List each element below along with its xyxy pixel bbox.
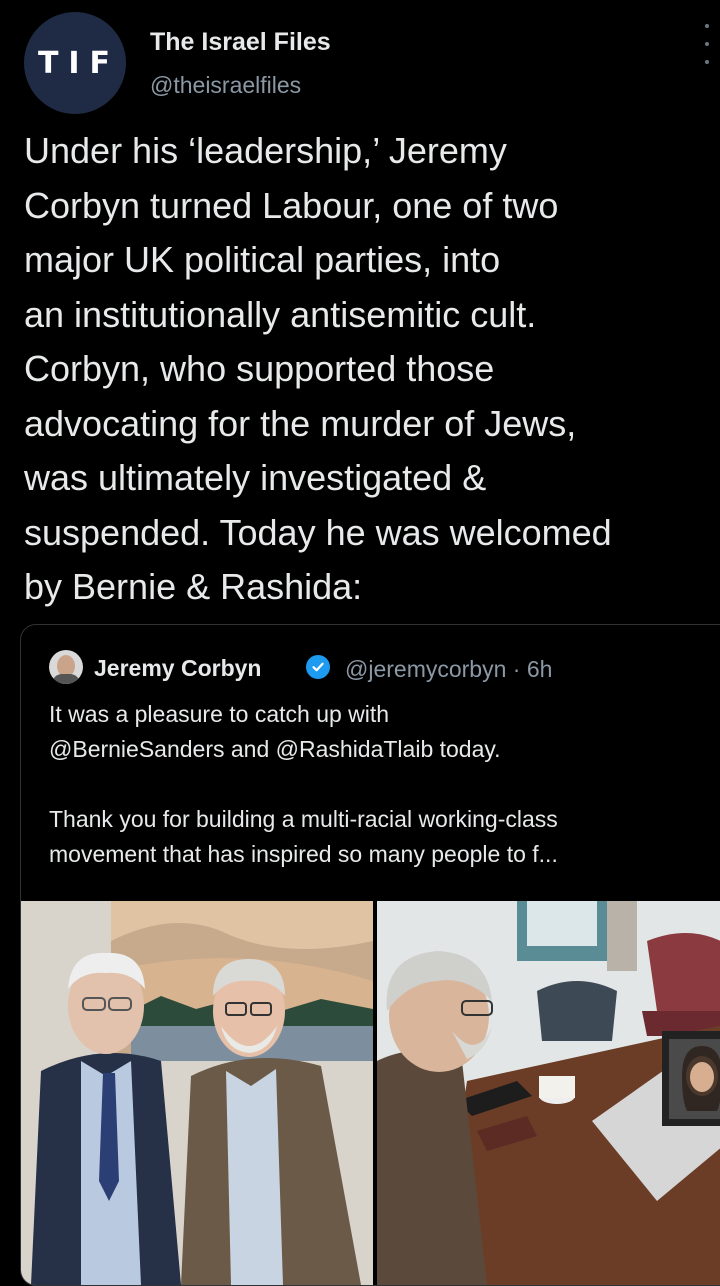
quoted-tweet-text: It was a pleasure to catch up with @Bern… [49,701,558,867]
tweet: T I F The Israel Files @theisraelfiles U… [0,0,720,1286]
author-handle[interactable]: @theisraelfiles [150,72,301,99]
quoted-tweet[interactable]: Jeremy Corbyn @jeremycorbyn · 6h It was … [20,624,720,1286]
more-icon[interactable] [700,24,714,64]
photo-right[interactable] [377,901,720,1285]
author-name[interactable]: The Israel Files [150,28,331,57]
photo-left[interactable] [21,901,373,1285]
quoted-avatar[interactable] [49,650,83,684]
quoted-handle-time[interactable]: @jeremycorbyn · 6h [345,656,552,683]
author-avatar[interactable]: T I F [24,12,126,114]
author-logo: T I F [37,45,113,81]
quoted-author-name[interactable]: Jeremy Corbyn [94,655,261,682]
tweet-text: Under his ‘leadership,’ Jeremy Corbyn tu… [24,130,612,607]
verified-icon [306,655,330,679]
